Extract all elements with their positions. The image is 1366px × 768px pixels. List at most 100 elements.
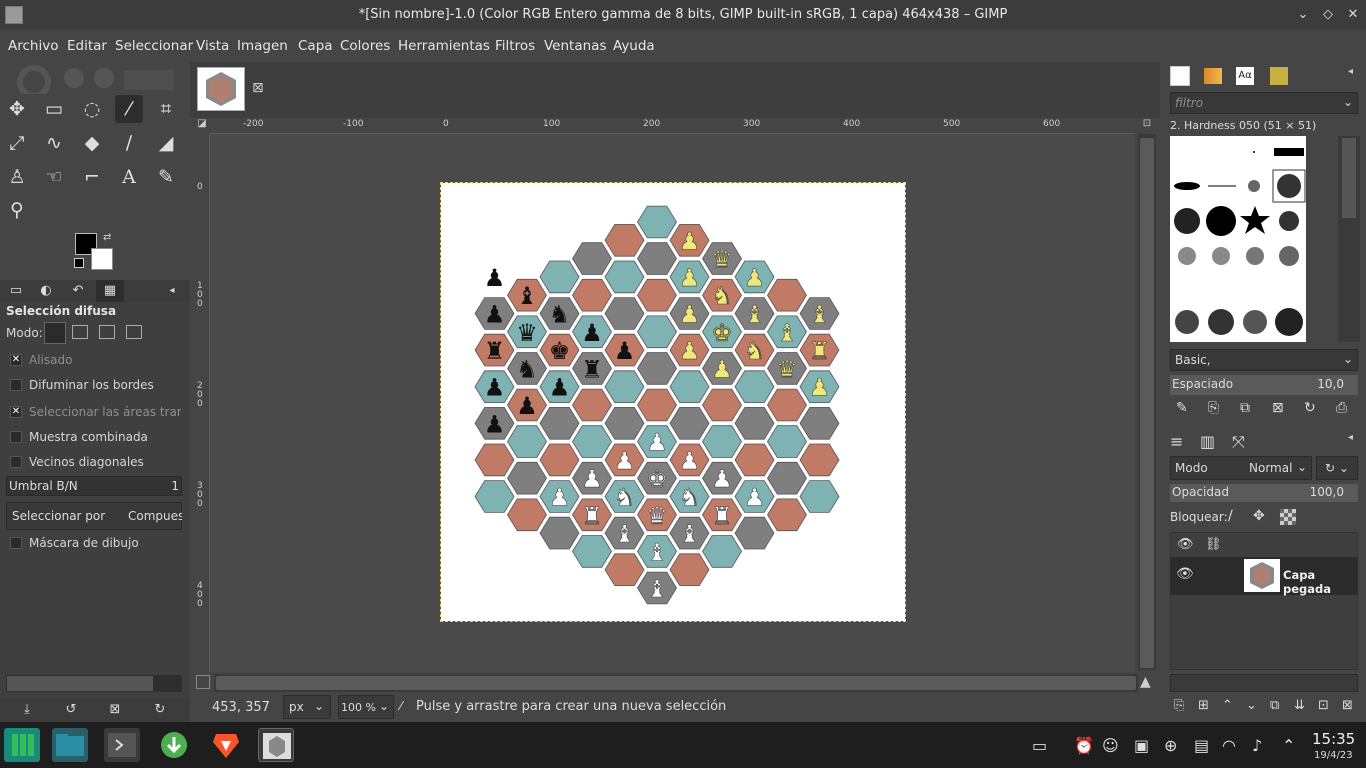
tab-menu-icon[interactable]: ◂ — [162, 280, 182, 302]
menu-herramientas[interactable]: Herramientas — [398, 30, 490, 62]
lock-alpha-icon[interactable] — [1280, 509, 1296, 525]
device-status-tab-icon[interactable]: ◐ — [32, 280, 60, 302]
select-by-combo[interactable]: Seleccionar por Compuest — [6, 502, 182, 530]
gimp-taskbar-icon[interactable] — [258, 728, 294, 762]
anchor-layer-icon[interactable]: ⇊ — [1294, 698, 1305, 713]
paths-tab-icon[interactable]: ⤧ — [1232, 432, 1245, 452]
zoom-select[interactable]: 100 % ⌄ — [338, 695, 394, 719]
raise-layer-icon[interactable]: ⌃ — [1222, 698, 1233, 713]
channels-tab-icon[interactable]: ▥ — [1200, 432, 1215, 451]
text-tool-icon[interactable]: A — [115, 163, 143, 191]
navigate-icon[interactable] — [196, 675, 210, 689]
brush-filter-combo[interactable]: filtro ⌄ — [1170, 92, 1358, 114]
layers-scrollbar[interactable] — [1170, 674, 1358, 692]
smudge-tool-icon[interactable]: ☜ — [40, 163, 68, 191]
tool-options-scroll-thumb[interactable] — [7, 676, 153, 691]
notifications-icon[interactable]: ⏰ — [1074, 736, 1094, 755]
clock-time[interactable]: 15:35 — [1312, 730, 1355, 748]
new-layer-group-icon[interactable]: ⎘ — [1174, 698, 1184, 713]
image-canvas[interactable]: ♟ ♟ ♜ ♟ ♟ ♝ ♛ ♞ ♟ ♞ ♚ ♟ ♟ ♜ ♟ ♟ ♛ ♟ ♟ ♞ ♝ ♝ ♟ ♚ ♞ ♛ ♝ ♜ ♟ ♟ ♟ ♟ ♟ ♟ ♚ ♟ ♞ ♞ ♟ ♜… — [440, 182, 906, 622]
brush-grid-scrollbar[interactable] — [1338, 136, 1360, 342]
diagonal-neighbors-checkbox[interactable] — [10, 456, 22, 468]
layers-menu-icon[interactable]: ◂ — [1348, 432, 1353, 443]
eraser-tool-icon[interactable]: ◢ — [152, 129, 180, 157]
reset-options-icon[interactable]: ↻ — [149, 700, 171, 720]
menu-ayuda[interactable]: Ayuda — [613, 30, 655, 62]
lock-pixels-icon[interactable]: ∕ — [1228, 508, 1233, 524]
file-manager-icon[interactable] — [52, 728, 88, 762]
new-layer-icon[interactable]: ⊞ — [1198, 698, 1209, 713]
quickmask-corner-icon[interactable]: ◪ — [194, 118, 210, 134]
layer-mode-reset-icon[interactable]: ↻ ⌄ — [1316, 456, 1358, 480]
updates-icon[interactable]: ⊕ — [1164, 736, 1177, 755]
maximize-icon[interactable]: ◇ — [1318, 5, 1338, 25]
brushes-tab-icon[interactable] — [1170, 66, 1190, 86]
mode-intersect-icon[interactable] — [126, 325, 142, 339]
paintbrush-tool-icon[interactable]: ∕ — [115, 129, 143, 157]
horizontal-scroll-thumb[interactable] — [216, 676, 1136, 690]
close-icon[interactable]: ✕ — [1343, 5, 1363, 25]
layer-mask-icon[interactable]: ⊡ — [1318, 698, 1329, 713]
images-tab-icon[interactable]: ▦ — [96, 280, 124, 302]
antialias-checkbox[interactable]: ✕ — [10, 354, 22, 366]
download-manager-icon[interactable] — [156, 728, 192, 762]
menu-imagen[interactable]: Imagen — [237, 30, 288, 62]
minimize-icon[interactable]: ⌄ — [1293, 5, 1313, 25]
fuzzy-select-tool-icon[interactable]: ⁄ — [115, 95, 143, 123]
menu-seleccionar[interactable]: Seleccionar — [115, 30, 193, 62]
brave-browser-icon[interactable] — [208, 728, 244, 762]
delete-layer-icon[interactable]: ⊠ — [1342, 698, 1353, 713]
mode-add-icon[interactable] — [72, 325, 88, 339]
eye-icon[interactable]: 👁 — [1176, 566, 1194, 582]
bucket-fill-tool-icon[interactable]: ◆ — [78, 129, 106, 157]
swap-colors-icon[interactable]: ⇄ — [103, 232, 111, 243]
manjaro-menu-icon[interactable] — [4, 728, 40, 762]
show-desktop-icon[interactable]: ▭ — [1032, 736, 1047, 755]
volume-muted-icon[interactable]: ♪ — [1252, 736, 1262, 755]
navigation-arrow-icon[interactable]: ▲ — [1140, 674, 1151, 690]
menu-capa[interactable]: Capa — [298, 30, 333, 62]
tray-expand-icon[interactable]: ⌃ — [1282, 736, 1295, 755]
select-transparent-checkbox[interactable]: ✕ — [10, 406, 22, 418]
rect-select-tool-icon[interactable]: ▭ — [40, 95, 68, 123]
sample-merged-checkbox[interactable] — [10, 431, 22, 443]
new-brush-icon[interactable]: ⎘ — [1208, 400, 1219, 416]
edit-brush-icon[interactable]: ✎ — [1176, 400, 1188, 416]
undo-history-tab-icon[interactable]: ↶ — [64, 280, 92, 302]
menu-archivo[interactable]: Archivo — [8, 30, 58, 62]
transform-tool-icon[interactable]: ⤢ — [3, 129, 31, 157]
brush-scroll-thumb[interactable] — [1342, 138, 1356, 218]
open-brush-as-image-icon[interactable]: ⎙ — [1336, 400, 1347, 416]
menu-editar[interactable]: Editar — [67, 30, 107, 62]
draw-mask-checkbox[interactable] — [10, 537, 22, 549]
fonts-tab-icon[interactable]: Aα — [1236, 67, 1254, 85]
restore-preset-icon[interactable]: ↺ — [60, 700, 82, 720]
layer-row[interactable]: 👁 Capa pegada — [1170, 557, 1358, 596]
layers-tab-icon[interactable]: ≡ — [1170, 432, 1183, 451]
mode-subtract-icon[interactable] — [99, 325, 115, 339]
clipboard-icon[interactable]: ▤ — [1194, 736, 1209, 755]
kdeconnect-icon[interactable]: ▣ — [1134, 736, 1149, 755]
warp-tool-icon[interactable]: ∿ — [40, 129, 68, 157]
feather-checkbox[interactable] — [10, 379, 22, 391]
delete-brush-icon[interactable]: ⊠ — [1272, 400, 1284, 416]
brush-tag-combo[interactable]: Basic, ⌄ — [1170, 349, 1358, 371]
default-colors-icon[interactable] — [74, 258, 84, 268]
background-color-swatch[interactable] — [91, 248, 113, 270]
terminal-icon[interactable] — [104, 728, 140, 762]
duplicate-layer-icon[interactable]: ⧉ — [1270, 698, 1279, 713]
mode-replace-icon[interactable] — [44, 322, 66, 344]
layer-name[interactable]: Capa pegada — [1283, 568, 1358, 596]
tool-options-scrollbar[interactable] — [6, 675, 182, 692]
menu-colores[interactable]: Colores — [340, 30, 390, 62]
threshold-slider[interactable]: Umbral B/N 1 — [6, 476, 182, 496]
save-preset-icon[interactable]: ⤓ — [16, 700, 38, 720]
layer-mode-combo[interactable]: Modo Normal ⌄ — [1170, 456, 1312, 480]
refresh-brushes-icon[interactable]: ↻ — [1304, 400, 1316, 416]
lasso-tool-icon[interactable]: ◌ — [78, 95, 106, 123]
unit-select[interactable]: px ⌄ — [283, 695, 331, 719]
tool-options-tab-icon[interactable]: ▭ — [2, 280, 30, 302]
zoom-to-fit-icon[interactable]: ⊡ — [1138, 118, 1156, 134]
lower-layer-icon[interactable]: ⌄ — [1246, 698, 1257, 713]
menu-filtros[interactable]: Filtros — [495, 30, 535, 62]
